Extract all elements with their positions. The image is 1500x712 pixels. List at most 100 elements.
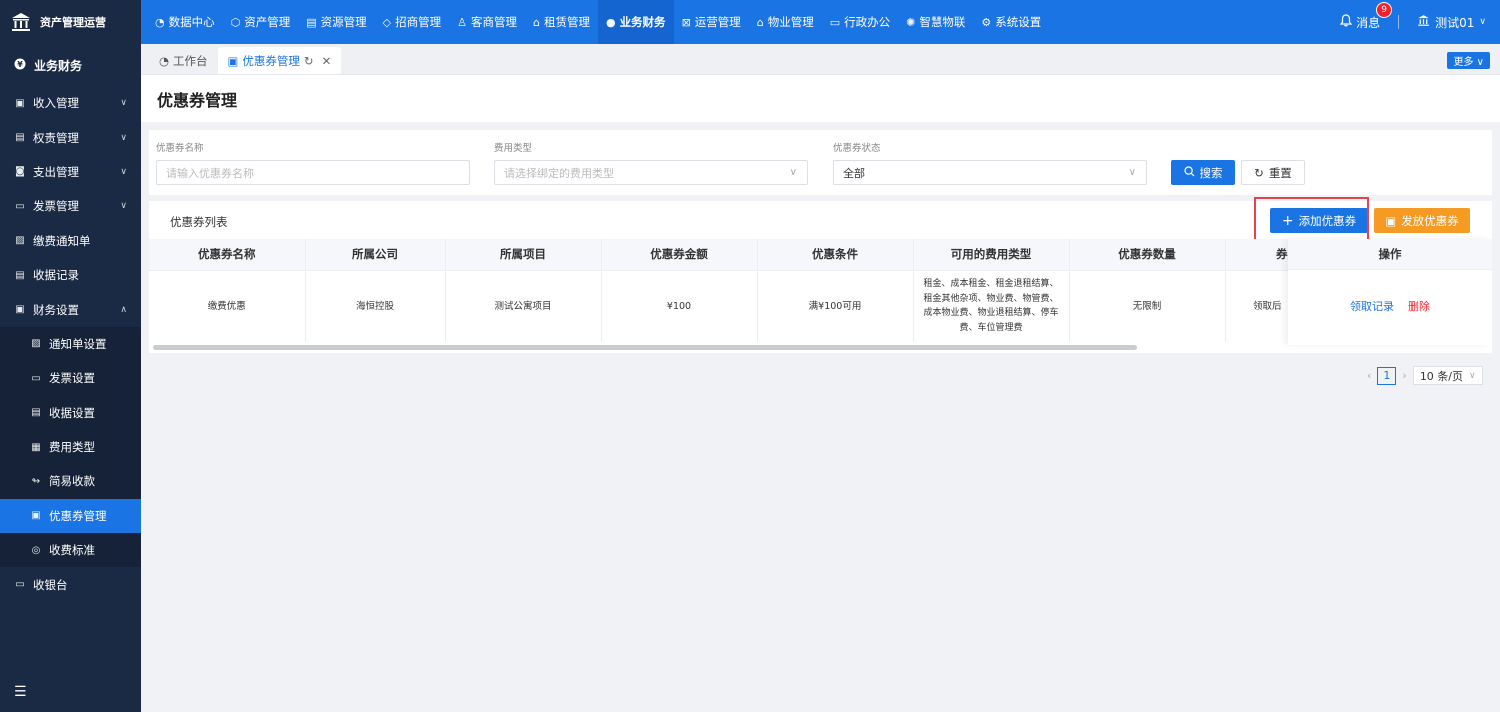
prev-page-icon[interactable]: ‹ <box>1367 369 1371 382</box>
search-icon <box>1183 165 1195 180</box>
topnav-system-settings[interactable]: ⚙ 系统设置 <box>973 0 1049 44</box>
sidebar-item-label: 费用类型 <box>49 440 95 455</box>
yen-circle-icon: ◎ <box>31 544 41 556</box>
coupon-icon: ▣ <box>1385 213 1397 228</box>
app-logo[interactable]: 资产管理运营 <box>0 0 141 44</box>
search-panel: 优惠券名称 请输入优惠券名称 费用类型 请选择绑定的费用类型 ∨ 优惠券状态 全… <box>149 130 1492 195</box>
tab-coupon-management[interactable]: ▣ 优惠券管理 ↻ ✕ <box>217 47 342 74</box>
search-button[interactable]: 搜索 <box>1171 160 1235 185</box>
topnav-label: 运营管理 <box>694 15 741 29</box>
gear-icon: ⚙ <box>981 15 992 29</box>
page-size-select[interactable]: 10 条/页 ∨ <box>1412 366 1483 385</box>
topnav-resource-management[interactable]: ▤ 资源管理 <box>298 0 374 44</box>
sidebar-item-label: 收银台 <box>33 577 68 592</box>
coupon-list-panel: 优惠券列表 + 添加优惠券 ▣ 发放优惠券 优惠券名称 所属公司 所属项目 优惠… <box>149 197 1492 353</box>
sidebar-item-label: 财务设置 <box>33 302 79 317</box>
divider <box>1398 15 1400 29</box>
issue-coupon-label: 发放优惠券 <box>1401 213 1459 228</box>
sidebar-item-accrual[interactable]: ▤ 权责管理 ∨ <box>0 120 141 154</box>
app-title: 资产管理运营 <box>40 16 106 29</box>
refresh-icon: ↻ <box>1254 165 1264 180</box>
column-header: 所属公司 <box>305 239 446 271</box>
tab-workbench[interactable]: ◔ 工作台 <box>149 47 218 74</box>
topnav-customer-management[interactable]: ♙ 客商管理 <box>449 0 525 44</box>
horizontal-scrollbar[interactable] <box>153 345 1137 350</box>
table-cell: 领取后 <box>1225 270 1289 342</box>
add-coupon-button[interactable]: + 添加优惠券 <box>1270 208 1368 233</box>
topnav-investment-management[interactable]: ◇ 招商管理 <box>375 0 449 44</box>
table-row: 缴费优惠 海恒控股 测试公寓项目 ¥100 满¥100可用 租金、成本租金、租金… <box>149 270 1289 342</box>
delete-link[interactable]: 删除 <box>1408 298 1430 314</box>
issue-coupon-button[interactable]: ▣ 发放优惠券 <box>1374 208 1470 233</box>
topnav-label: 资源管理 <box>320 15 367 29</box>
refresh-icon[interactable]: ↻ <box>304 54 314 68</box>
close-icon[interactable]: ✕ <box>322 54 332 68</box>
building-icon: ▤ <box>306 15 317 29</box>
sidebar-item-label: 收据记录 <box>33 268 79 283</box>
sidebar-item-invoice[interactable]: ▭ 发票管理 ∨ <box>0 189 141 223</box>
column-header: 优惠券数量 <box>1069 239 1226 271</box>
next-page-icon[interactable]: › <box>1402 369 1406 382</box>
sidebar-item-payment-notice[interactable]: ▨ 缴费通知单 <box>0 224 141 258</box>
topnav-operations-management[interactable]: ⊠ 运营管理 <box>674 0 749 44</box>
sidebar-item-notice-settings[interactable]: ▨ 通知单设置 <box>0 326 141 362</box>
topnav-smart-iot[interactable]: ✺ 智慧物联 <box>898 0 973 44</box>
fee-type-select[interactable]: 请选择绑定的费用类型 ∨ <box>494 160 808 185</box>
sidebar-item-label: 发票管理 <box>33 199 79 214</box>
topnav-property-management[interactable]: ⌂ 物业管理 <box>749 0 822 44</box>
table-cell: 无限制 <box>1069 270 1226 342</box>
messages-count-badge: 9 <box>1376 1 1393 18</box>
messages-button[interactable]: 消息 9 <box>1339 1 1393 31</box>
column-header: 操作 <box>1288 239 1492 270</box>
more-label: 更多 <box>1453 57 1474 68</box>
list-title: 优惠券列表 <box>170 215 228 229</box>
users-icon: ♙ <box>457 15 467 29</box>
coupon-icon: ▣ <box>31 510 41 522</box>
sidebar-item-label: 收据设置 <box>49 405 95 420</box>
topnav-admin-office[interactable]: ▭ 行政办公 <box>822 0 898 44</box>
page-number[interactable]: 1 <box>1377 366 1397 385</box>
reset-button[interactable]: ↻ 重置 <box>1241 160 1305 185</box>
bank-building-icon <box>10 11 32 33</box>
sidebar-item-finance-settings[interactable]: ▣ 财务设置 ∧ <box>0 292 141 326</box>
sidebar-item-expense[interactable]: ◙ 支出管理 ∨ <box>0 155 141 189</box>
sidebar-item-coupon-management[interactable]: ▣ 优惠券管理 <box>0 498 141 534</box>
list-icon: ▦ <box>31 441 41 453</box>
topnav-data-center[interactable]: ◔ 数据中心 <box>147 0 223 44</box>
coupon-name-input[interactable]: 请输入优惠券名称 <box>156 160 470 185</box>
collapse-menu-icon[interactable]: ☰ <box>14 684 27 700</box>
yen-icon: ● <box>605 15 616 29</box>
topnav-asset-management[interactable]: ⬡ 资产管理 <box>223 0 299 44</box>
user-menu[interactable]: 测试01 ∨ <box>1417 14 1486 31</box>
pie-chart-icon: ◔ <box>155 15 165 29</box>
plus-icon: + <box>1281 212 1294 229</box>
svg-text:¥: ¥ <box>17 60 23 69</box>
settings-doc-icon: ▣ <box>15 304 25 316</box>
coupon-status-select[interactable]: 全部 ∨ <box>833 160 1147 185</box>
operations-column: 操作 领取记录 删除 <box>1288 239 1492 345</box>
sidebar-item-invoice-settings[interactable]: ▭ 发票设置 <box>0 361 141 396</box>
sidebar-item-fee-types[interactable]: ▦ 费用类型 <box>0 429 141 465</box>
sidebar-item-cashier[interactable]: ▭ 收银台 <box>0 567 141 601</box>
topnav-lease-management[interactable]: ⌂ 租赁管理 <box>525 0 598 44</box>
sidebar-item-receipt-settings[interactable]: ▤ 收据设置 <box>0 395 141 430</box>
cube-icon: ⬡ <box>230 15 241 29</box>
add-coupon-label: 添加优惠券 <box>1298 213 1357 228</box>
sidebar: ¥ 业务财务 ▣ 收入管理 ∨ ▤ 权责管理 ∨ ◙ 支出管理 ∨ ▭ 发票管理 ∨ ▨ 缴费通知… <box>0 44 141 712</box>
column-header: 优惠券名称 <box>149 239 306 271</box>
sidebar-item-simple-collection[interactable]: ↬ 简易收款 <box>0 464 141 499</box>
invoice-icon: ▭ <box>15 200 25 212</box>
topnav-business-finance[interactable]: ● 业务财务 <box>597 0 674 44</box>
chevron-down-icon: ∨ <box>1479 17 1486 27</box>
claim-records-link[interactable]: 领取记录 <box>1350 298 1394 314</box>
sidebar-item-income[interactable]: ▣ 收入管理 ∨ <box>0 86 141 120</box>
user-name: 测试01 <box>1435 15 1475 30</box>
sidebar-item-receipt-records[interactable]: ▤ 收据记录 <box>0 258 141 292</box>
topnav-label: 数据中心 <box>168 15 215 29</box>
more-tabs-button[interactable]: 更多 ∨ <box>1447 52 1490 69</box>
page-header: 优惠券管理 <box>141 75 1500 122</box>
topnav-label: 业务财务 <box>619 15 666 29</box>
page-title: 优惠券管理 <box>157 90 238 110</box>
bank-building-icon <box>1417 14 1430 30</box>
sidebar-item-fee-standards[interactable]: ◎ 收费标准 <box>0 533 141 568</box>
